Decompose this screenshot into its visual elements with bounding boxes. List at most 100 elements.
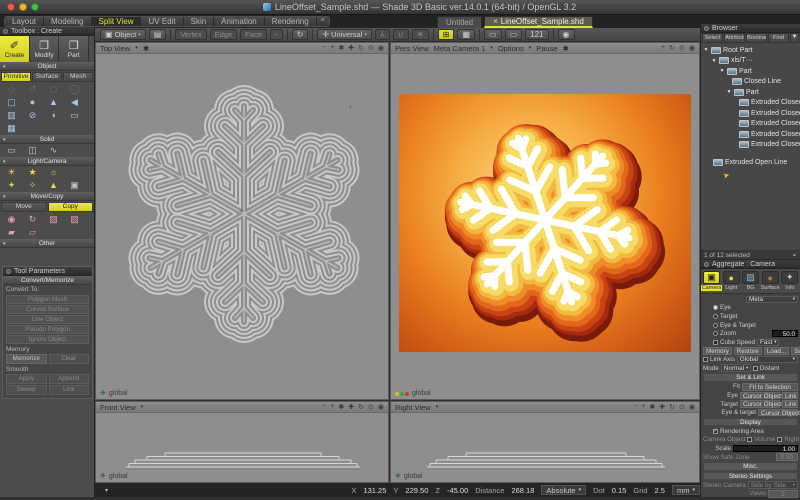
curve-tool-icon[interactable]: ◻ bbox=[46, 84, 61, 95]
tree-item[interactable]: ▼xls/T··· bbox=[701, 56, 800, 67]
grid-primitive-icon[interactable]: ▦ bbox=[4, 123, 19, 134]
fit-to-selection-button[interactable]: Fit to Selection bbox=[742, 383, 798, 391]
shear-copy-icon[interactable]: ▱ bbox=[25, 227, 40, 238]
rotate-view-icon[interactable]: ↻ bbox=[669, 44, 675, 52]
mode-create-button[interactable]: ✐ Create bbox=[0, 36, 30, 62]
tab-mesh[interactable]: Mesh bbox=[63, 72, 93, 82]
zoom-out-icon[interactable]: − bbox=[633, 403, 637, 411]
tab-modeling[interactable]: Modeling bbox=[44, 17, 91, 26]
magnify-icon[interactable]: ⊙ bbox=[368, 403, 374, 411]
directional-light-icon[interactable]: ▲ bbox=[46, 180, 61, 191]
edge-mode-button[interactable]: Edge bbox=[210, 29, 238, 40]
pan-icon[interactable]: ✚ bbox=[348, 44, 354, 52]
eyetarget-cursor-object-button[interactable]: Cursor Object bbox=[758, 409, 798, 417]
zoom-out-icon[interactable]: − bbox=[322, 44, 326, 52]
safe-zone-value[interactable]: 0.90 bbox=[776, 453, 798, 461]
tab-attributes[interactable]: Attributes bbox=[724, 33, 745, 43]
memorize-button[interactable]: Memorize bbox=[6, 354, 47, 364]
stereo-camera-dropdown[interactable]: Side by Side ▾ bbox=[748, 481, 798, 489]
convert-curved-surface-button[interactable]: Curved Surface bbox=[6, 305, 89, 314]
tree-item[interactable]: ▼Part bbox=[701, 66, 800, 77]
target-radio[interactable] bbox=[713, 314, 718, 319]
sphere-primitive-icon[interactable]: ● bbox=[25, 97, 40, 108]
tab-find[interactable]: Find bbox=[768, 33, 789, 43]
viewport-display-button-3[interactable]: 121 bbox=[525, 29, 548, 40]
area-light-icon[interactable]: ✦ bbox=[4, 180, 19, 191]
triangle-down-icon[interactable]: ▼ bbox=[726, 89, 732, 95]
viewport-right[interactable]: Right View ▾ − + ✱ ✚ ↻ ⊙ ◉ ✚ global bbox=[390, 401, 700, 483]
close-icon[interactable]: × bbox=[493, 16, 498, 27]
rotate-copy-icon[interactable]: ↻ bbox=[25, 214, 40, 225]
top-view-canvas[interactable]: + + ✚ global bbox=[96, 54, 388, 399]
restore-button[interactable]: Restore bbox=[734, 347, 762, 355]
sun-light-icon[interactable]: ☀ bbox=[4, 167, 19, 178]
tree-item[interactable]: Extruded Closed bbox=[701, 129, 800, 140]
load-button[interactable]: Load... bbox=[764, 347, 789, 355]
views-value[interactable]: 2 bbox=[768, 490, 798, 498]
section-object[interactable]: ▾ Object bbox=[0, 62, 94, 71]
top-view-label[interactable]: Top View bbox=[100, 44, 130, 53]
camera-view-icon[interactable]: ◉ bbox=[378, 403, 384, 411]
object-mode-button[interactable]: ▣ Object ▾ bbox=[100, 29, 146, 40]
cube-speed-dropdown[interactable]: Fast ▾ bbox=[757, 339, 779, 347]
convert-ignore-object-button[interactable]: Ignore Object bbox=[6, 335, 89, 344]
save-button[interactable]: Save... bbox=[791, 347, 800, 355]
camera-selector[interactable]: Meta Camera 1 bbox=[434, 44, 486, 53]
solid-tool-icon[interactable]: ▭ bbox=[4, 145, 19, 156]
halfsphere-primitive-icon[interactable]: ◖ bbox=[46, 110, 61, 121]
link-button[interactable]: Link bbox=[49, 385, 90, 395]
tab-camera[interactable]: ▣ Camera bbox=[702, 271, 721, 291]
triangle-down-icon[interactable]: ▼ bbox=[719, 68, 725, 74]
tab-uv-edit[interactable]: UV Edit bbox=[141, 17, 183, 26]
rotate-view-icon[interactable]: ↻ bbox=[358, 44, 364, 52]
solid-tool-icon[interactable]: ∿ bbox=[46, 145, 61, 156]
mode-modify-button[interactable]: ❒ Modify bbox=[30, 36, 60, 62]
array-copy-icon[interactable]: ▨ bbox=[67, 214, 82, 225]
front-view-label[interactable]: Front View bbox=[100, 403, 136, 412]
grid-toggle-button[interactable]: ▦ bbox=[457, 29, 475, 40]
eye-radio[interactable] bbox=[713, 305, 718, 310]
curve-tool-icon[interactable]: ◯ bbox=[67, 84, 82, 95]
tab-bg[interactable]: ▨ BG bbox=[741, 271, 759, 291]
tab-animation[interactable]: Animation bbox=[214, 17, 265, 26]
cube-speed-checkbox[interactable] bbox=[713, 340, 718, 345]
magnify-icon[interactable]: ⊙ bbox=[679, 403, 685, 411]
panel-widget-icon[interactable] bbox=[6, 269, 11, 274]
options-dropdown[interactable]: Options bbox=[498, 44, 524, 53]
sweep-button[interactable]: Sweep bbox=[6, 385, 47, 395]
right-checkbox[interactable] bbox=[777, 437, 782, 442]
zoom-radio[interactable] bbox=[713, 331, 718, 336]
link-axis-dropdown[interactable]: Global ▾ bbox=[737, 356, 798, 364]
viewport-top[interactable]: Top View ▾ ✱ − + ✱ ✚ ↻ ⊙ ◉ bbox=[95, 42, 389, 400]
convert-line-object-button[interactable]: Line Object bbox=[6, 315, 89, 324]
mirror-copy-icon[interactable]: ▧ bbox=[46, 214, 61, 225]
tab-skin[interactable]: Skin bbox=[184, 17, 215, 26]
section-convert-memorize[interactable]: Convert/Memorize bbox=[3, 276, 92, 285]
section-other[interactable]: ▾ Other bbox=[0, 239, 94, 248]
settings-icon[interactable]: ✱ bbox=[649, 403, 655, 411]
zoom-in-icon[interactable]: + bbox=[330, 44, 334, 52]
zoom-in-icon[interactable]: + bbox=[641, 403, 645, 411]
append-button[interactable]: Append bbox=[49, 374, 90, 384]
cylinder-primitive-icon[interactable]: ▥ bbox=[4, 110, 19, 121]
section-move-copy[interactable]: ▾ Move/Copy bbox=[0, 192, 94, 201]
tree-item[interactable]: ▼Root Part bbox=[701, 45, 800, 56]
viewport-display-button-2[interactable]: ▭ bbox=[505, 29, 523, 40]
point-light-icon[interactable]: ★ bbox=[25, 167, 40, 178]
wedge-primitive-icon[interactable]: ◀ bbox=[67, 97, 82, 108]
mode-dropdown[interactable]: Normal ▾ bbox=[721, 364, 751, 372]
filter-funnel-icon[interactable]: ▼ bbox=[790, 33, 799, 43]
status-popup-icon[interactable]: ▾ bbox=[105, 487, 108, 494]
camera-tool-button[interactable]: ▤ bbox=[149, 29, 167, 40]
tab-surface[interactable]: ● Surface bbox=[761, 271, 780, 291]
camera-create-icon[interactable]: ▣ bbox=[67, 180, 82, 191]
zoom-in-icon[interactable]: + bbox=[661, 44, 665, 52]
doc-tab-active[interactable]: × LineOffset_Sample.shd bbox=[484, 16, 593, 28]
tab-copy[interactable]: Copy bbox=[48, 202, 94, 212]
meta-camera-dropdown[interactable]: Meta ▾ bbox=[746, 296, 798, 304]
tab-rendering[interactable]: Rendering bbox=[265, 17, 317, 26]
front-view-canvas[interactable]: ✚ global bbox=[96, 413, 388, 482]
cone-primitive-icon[interactable]: ▲ bbox=[46, 97, 61, 108]
coordinate-mode-dropdown[interactable]: Absolute ▾ bbox=[541, 485, 586, 495]
scale-copy-icon[interactable]: ▰ bbox=[4, 227, 19, 238]
